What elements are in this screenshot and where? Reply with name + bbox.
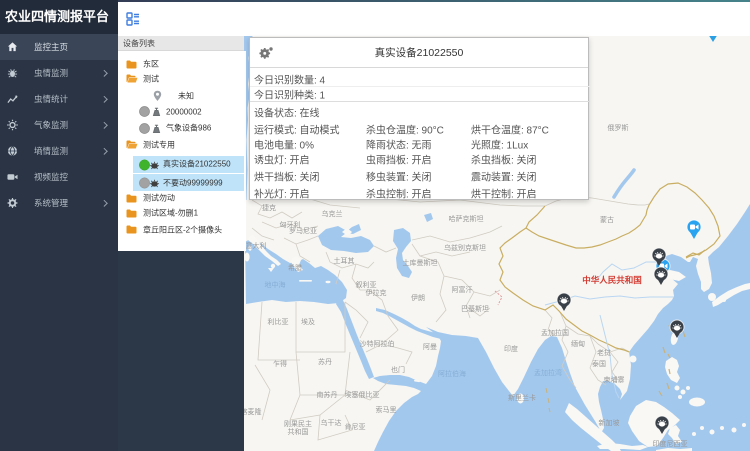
svg-text:印度: 印度 [504,344,518,353]
svg-text:埃及: 埃及 [301,317,315,326]
svg-text:南苏丹: 南苏丹 [317,390,338,399]
svg-text:蒙古: 蒙古 [600,215,614,224]
svg-text:利比亚: 利比亚 [268,317,289,326]
svg-text:乌干达: 乌干达 [321,418,342,427]
svg-text:匈牙利: 匈牙利 [280,220,301,229]
svg-text:索马里: 索马里 [376,405,397,414]
svg-text:印度尼西亚: 印度尼西亚 [653,439,688,448]
svg-text:孟加拉湾: 孟加拉湾 [534,368,562,377]
svg-text:乍得: 乍得 [273,359,287,368]
svg-text:埃塞俄比亚: 埃塞俄比亚 [345,390,380,399]
svg-text:肯尼亚: 肯尼亚 [345,422,366,431]
svg-text:泰国: 泰国 [592,359,606,368]
svg-text:沙特阿拉伯: 沙特阿拉伯 [360,339,395,348]
svg-text:中华人民共和国: 中华人民共和国 [582,275,642,285]
svg-text:地中海: 地中海 [265,280,286,289]
svg-text:土库曼斯坦: 土库曼斯坦 [403,258,438,267]
svg-text:孟加拉国: 孟加拉国 [541,328,569,337]
svg-text:希腊: 希腊 [288,263,302,272]
svg-text:斯里兰卡: 斯里兰卡 [508,393,536,402]
svg-text:俄罗斯: 俄罗斯 [608,123,629,132]
svg-text:伊朗: 伊朗 [411,293,425,302]
svg-text:老挝: 老挝 [597,348,611,357]
svg-text:喀麦隆: 喀麦隆 [244,407,262,416]
svg-text:哈萨克斯坦: 哈萨克斯坦 [449,214,484,223]
svg-text:阿曼: 阿曼 [423,342,437,351]
svg-text:意大利: 意大利 [246,241,267,250]
svg-text:柬埔寨: 柬埔寨 [604,375,625,384]
svg-text:新加坡: 新加坡 [599,418,620,427]
svg-text:阿拉伯海: 阿拉伯海 [438,369,466,378]
svg-text:缅甸: 缅甸 [571,339,585,348]
svg-text:伊拉克: 伊拉克 [366,288,387,297]
svg-text:也门: 也门 [391,365,405,374]
svg-text:苏丹: 苏丹 [318,357,332,366]
svg-text:捷克: 捷克 [262,203,276,212]
svg-text:叙利亚: 叙利亚 [356,280,377,289]
svg-text:共和国: 共和国 [288,427,309,436]
svg-text:阿富汗: 阿富汗 [452,285,473,294]
svg-text:土耳其: 土耳其 [334,256,355,265]
svg-text:巴基斯坦: 巴基斯坦 [461,304,489,313]
svg-text:乌兹别克斯坦: 乌兹别克斯坦 [444,243,486,252]
svg-text:刚果民主: 刚果民主 [284,419,312,428]
svg-text:乌克兰: 乌克兰 [322,209,343,218]
